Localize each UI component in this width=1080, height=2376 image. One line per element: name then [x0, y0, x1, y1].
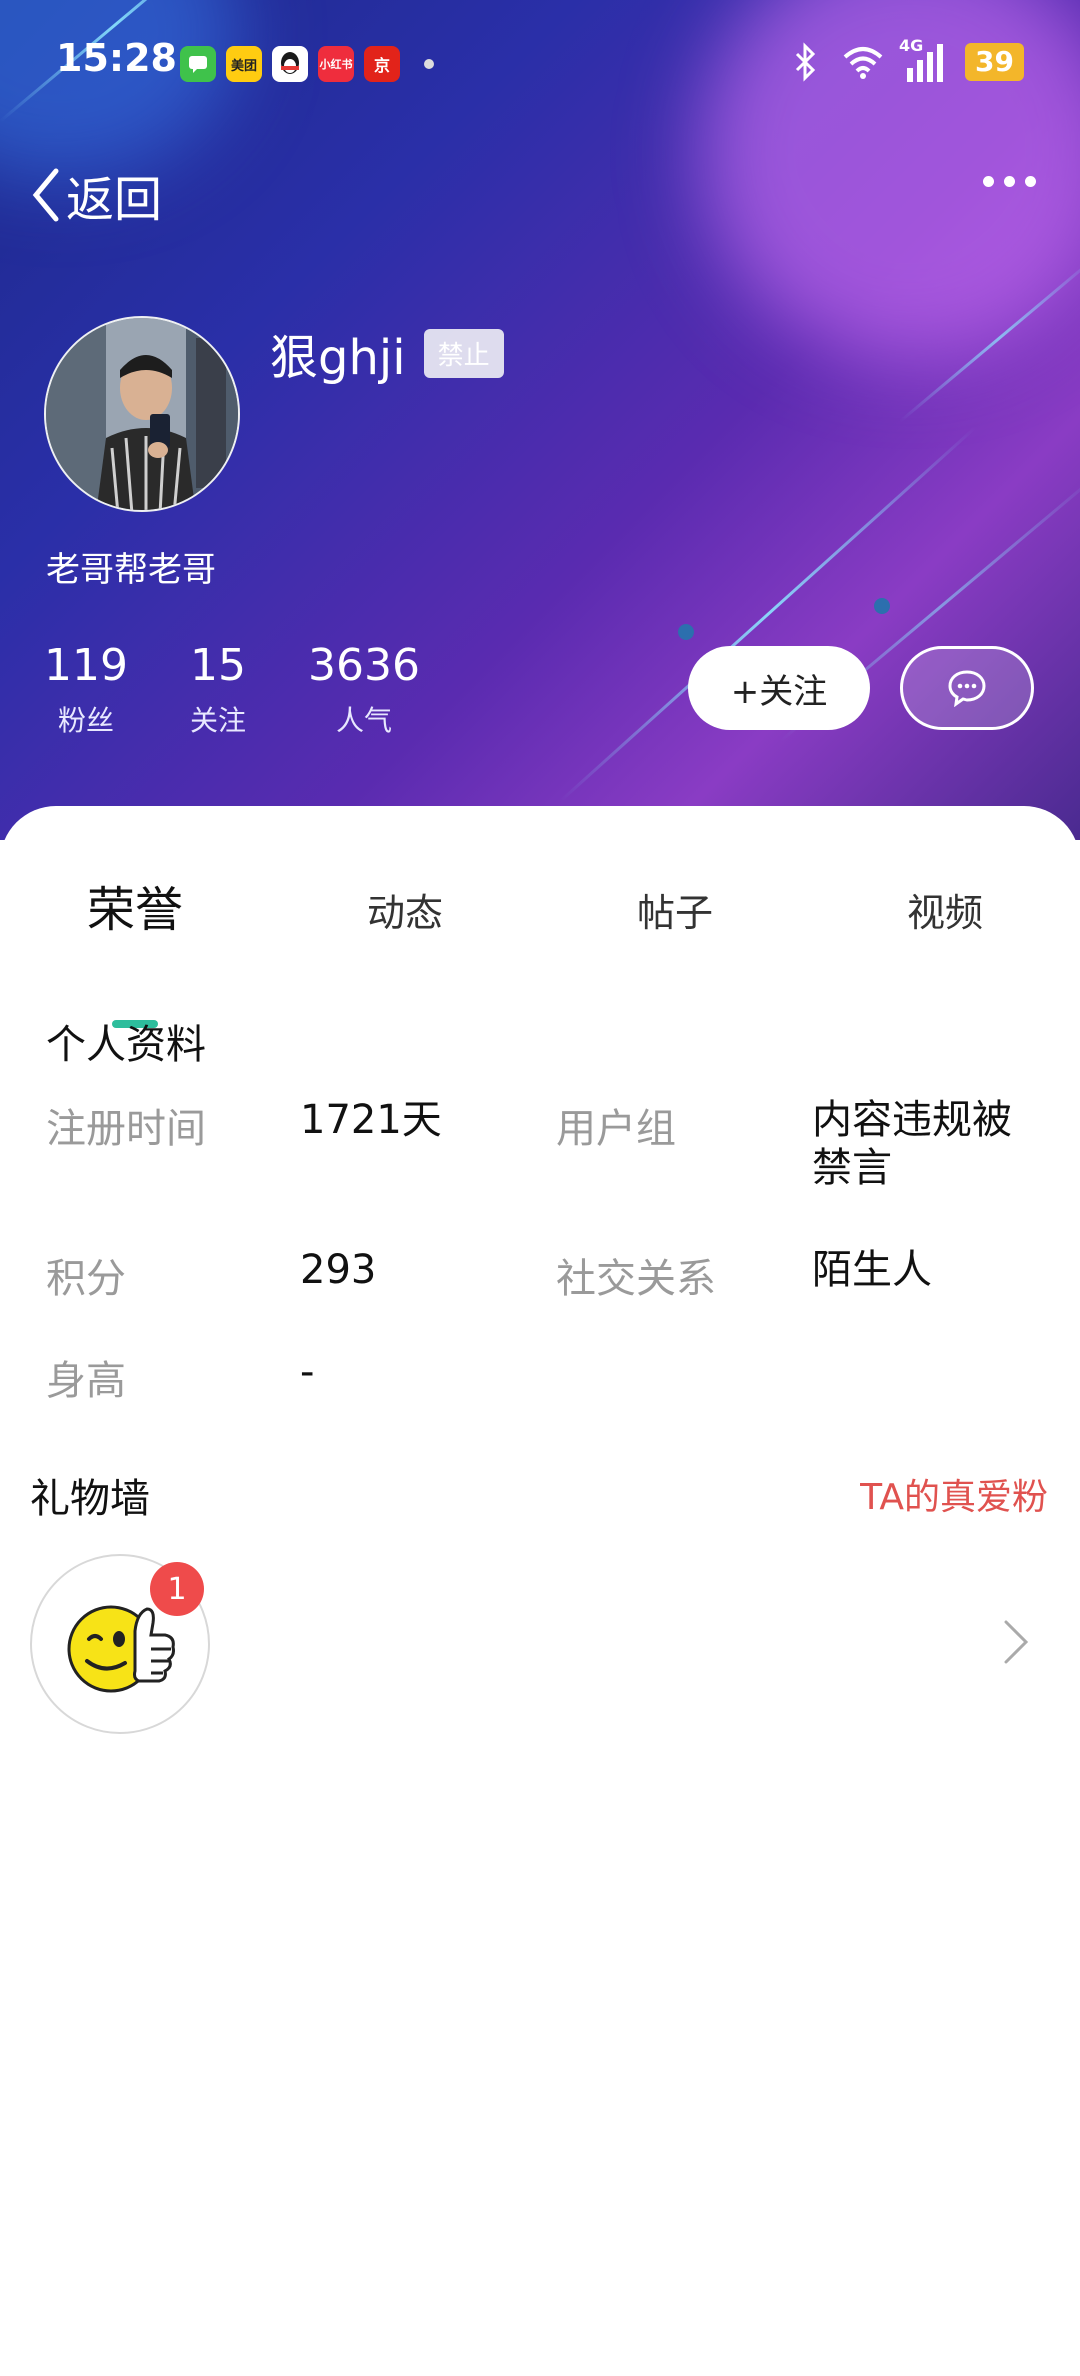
more-dot-icon [983, 176, 994, 187]
light-streak [558, 425, 978, 803]
back-button[interactable]: 返回 [30, 160, 162, 230]
more-dot-icon [1004, 176, 1015, 187]
jd-icon: 京 [364, 46, 400, 82]
follow-button[interactable]: +关注 [688, 646, 870, 730]
info-value: 陌生人 [812, 1247, 932, 1293]
personal-info-title: 个人资料 [46, 1022, 206, 1068]
info-value: 293 [300, 1247, 377, 1293]
battery-indicator: 39 [965, 43, 1024, 81]
user-stats: 119 粉丝 15 关注 3636 人气 [44, 640, 420, 739]
true-fans-link[interactable]: TA的真爱粉 [860, 1468, 1048, 1520]
chevron-right-icon [1004, 1620, 1029, 1664]
message-button[interactable] [900, 646, 1034, 730]
more-dot-icon [1025, 176, 1036, 187]
signal-icon: 4G [899, 36, 944, 82]
stat-value: 3636 [308, 640, 420, 691]
tab-posts[interactable]: 帖子 [637, 882, 713, 937]
gift-count-badge: 1 [150, 1562, 204, 1616]
info-key: 积分 [46, 1256, 126, 1302]
stat-fans[interactable]: 119 粉丝 [44, 640, 128, 739]
bluetooth-icon [795, 42, 816, 82]
info-key: 用户组 [556, 1106, 676, 1152]
tab-bar: 荣誉 动态 帖子 视频 [0, 876, 1080, 1028]
decor-dot [874, 598, 890, 614]
status-badge: 禁止 [423, 328, 504, 378]
info-key: 注册时间 [46, 1106, 206, 1152]
qq-icon [272, 46, 308, 82]
stat-label: 人气 [335, 704, 392, 737]
chevron-left-icon [32, 168, 59, 222]
chat-bubble-icon [948, 670, 986, 707]
notification-icons: 美团 小红书 京 [180, 46, 434, 82]
tab-honor[interactable]: 荣誉 [87, 870, 183, 940]
status-right: 4G 39 [793, 36, 1024, 82]
xiaohongshu-icon: 小红书 [318, 46, 354, 82]
gift-wall-arrow[interactable] [1002, 1618, 1030, 1670]
info-key: 社交关系 [556, 1256, 716, 1302]
status-bar: 15:28 美团 小红书 京 4G 39 [0, 0, 1080, 130]
gift-wall-title: 礼物墙 [30, 1476, 150, 1522]
username-row: 狠ghji 禁止 [270, 318, 504, 388]
profile-header: 15:28 美团 小红书 京 4G 39 返回 狠ghji 禁止 老哥帮老哥 1… [0, 0, 1080, 840]
decor-dot [678, 624, 694, 640]
stat-value: 119 [44, 640, 128, 691]
wifi-icon [843, 47, 883, 79]
more-options-button[interactable] [983, 176, 1036, 187]
stat-label: 关注 [189, 704, 246, 737]
username: 狠ghji [270, 330, 406, 386]
tab-activity[interactable]: 动态 [367, 882, 443, 937]
network-type: 4G [899, 36, 924, 55]
avatar[interactable] [44, 316, 240, 512]
user-signature: 老哥帮老哥 [46, 550, 216, 590]
status-time: 15:28 [56, 36, 177, 80]
profile-content: 荣誉 动态 帖子 视频 个人资料 注册时间 1721天 用户组 内容违规被 禁言… [0, 806, 1080, 2376]
avatar-photo [46, 318, 238, 510]
tab-videos[interactable]: 视频 [907, 882, 983, 937]
info-key: 身高 [46, 1358, 126, 1404]
info-value: - [300, 1349, 315, 1395]
meituan-icon: 美团 [226, 46, 262, 82]
back-label: 返回 [66, 172, 163, 228]
more-notifications-dot [424, 59, 434, 69]
stat-popularity: 3636 人气 [308, 640, 420, 739]
info-value: 1721天 [300, 1097, 442, 1143]
stat-value: 15 [189, 640, 246, 691]
stat-label: 粉丝 [57, 704, 114, 737]
info-value: 内容违规被 禁言 [812, 1097, 1012, 1191]
messages-icon [180, 46, 216, 82]
stat-following[interactable]: 15 关注 [190, 640, 246, 739]
